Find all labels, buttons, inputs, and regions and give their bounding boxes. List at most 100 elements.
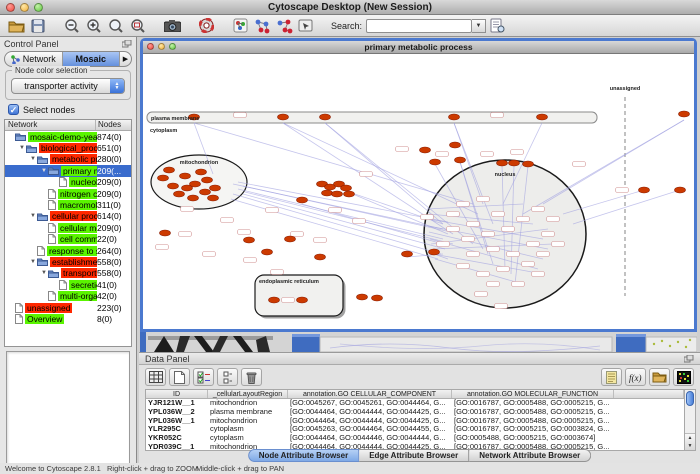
network-node[interactable] (262, 249, 273, 255)
network-node[interactable] (180, 173, 191, 179)
zoom-selected-icon[interactable] (105, 16, 127, 35)
network-node[interactable] (639, 187, 650, 193)
tab-overflow-arrow[interactable]: ▶ (120, 52, 131, 66)
tree-row-unassigned[interactable]: unassigned223(0) (5, 302, 131, 313)
float-panel-icon[interactable] (122, 40, 132, 48)
expander-icon[interactable]: ▼ (30, 156, 37, 162)
tab-node-attribute-browser[interactable]: Node Attribute Browser (248, 449, 360, 462)
network-node[interactable] (208, 195, 219, 201)
network-node[interactable] (430, 159, 441, 165)
tab-edge-attribute-browser[interactable]: Edge Attribute Browser (359, 449, 469, 462)
select-attributes-icon[interactable] (145, 368, 166, 386)
network-node[interactable] (523, 161, 534, 167)
network-node[interactable] (297, 297, 308, 303)
table-row[interactable]: YLR295Ccytoplasm[GO:0045263, GO:0044464,… (146, 425, 684, 434)
expander-icon[interactable]: ▼ (30, 213, 37, 219)
network-zoom-button[interactable] (169, 43, 176, 50)
network-node[interactable] (188, 195, 199, 201)
table-column-header[interactable]: _cellularLayoutRegion (208, 390, 288, 398)
layout-graph-alt-icon[interactable] (273, 16, 295, 35)
tab-mosaic[interactable]: Mosaic (63, 52, 121, 66)
table-scrollbar[interactable]: ▲▼ (685, 389, 696, 451)
matrix-icon[interactable] (673, 368, 694, 386)
minimize-button[interactable] (20, 3, 29, 12)
network-node[interactable] (210, 185, 221, 191)
tree-row-cell-communicat[interactable]: cell communicat22(0) (5, 234, 131, 245)
network-node[interactable] (450, 142, 461, 148)
table-scrollbar-thumb[interactable] (686, 391, 694, 406)
network-node[interactable] (174, 191, 185, 197)
tree-row-primary-metabo[interactable]: ▼primary metabo209(... (5, 165, 131, 176)
network-node[interactable] (202, 177, 213, 183)
tree-row-secretion[interactable]: secretion41(0) (5, 279, 131, 290)
tree-row-cellular-metabo[interactable]: cellular metabo209(0) (5, 222, 131, 233)
table-row[interactable]: YPL036W__1mitochondrion[GO:0044464, GO:0… (146, 417, 684, 426)
zoom-in-icon[interactable] (83, 16, 105, 35)
data-panel-float-icon[interactable] (684, 355, 694, 363)
select-nodes-checkbox[interactable]: ✓ (8, 104, 19, 115)
close-button[interactable] (6, 3, 15, 12)
annotation-icon[interactable] (295, 16, 317, 35)
network-node[interactable] (269, 297, 280, 303)
network-node[interactable] (200, 189, 211, 195)
tab-network[interactable]: Network (5, 52, 63, 66)
open-file-icon[interactable] (5, 16, 27, 35)
network-node[interactable] (182, 185, 193, 191)
network-node[interactable] (675, 187, 686, 193)
tree-row-mosaic-demo-yeast[interactable]: mosaic-demo-yeast874(0) (5, 131, 131, 142)
layout-graph-icon[interactable] (251, 16, 273, 35)
network-node[interactable] (278, 114, 289, 120)
network-node[interactable] (297, 197, 308, 203)
advanced-search-icon[interactable] (486, 16, 508, 35)
tree-row-cellular-process[interactable]: ▼cellular process614(0) (5, 211, 131, 222)
create-attribute-icon[interactable] (169, 368, 190, 386)
expander-icon[interactable]: ▼ (41, 168, 48, 174)
tree-row-multi-organism-pr[interactable]: multi-organism pr42(0) (5, 290, 131, 301)
table-column-header[interactable]: annotation.GO CELLULAR_COMPONENT (288, 390, 452, 398)
search-dropdown-button[interactable]: ▼ (472, 19, 486, 33)
network-node[interactable] (341, 185, 352, 191)
tab-network-attribute-browser[interactable]: Network Attribute Browser (469, 449, 591, 462)
table-column-header[interactable]: ID (146, 390, 208, 398)
node-color-dropdown[interactable]: transporter activity ▲▼ (11, 78, 125, 94)
network-node[interactable] (537, 114, 548, 120)
save-session-icon[interactable] (27, 16, 49, 35)
help-icon[interactable] (195, 16, 217, 35)
zoom-window-button[interactable] (34, 3, 43, 12)
attribute-table[interactable]: ID_cellularLayoutRegionannotation.GO CEL… (145, 389, 685, 451)
notes-icon[interactable] (601, 368, 622, 386)
tree-row-response-to-stimul[interactable]: response to stimul264(0) (5, 245, 131, 256)
function-builder-icon[interactable]: f(x) (625, 368, 646, 386)
network-node[interactable] (244, 237, 255, 243)
tree-row-metabolic-process[interactable]: ▼metabolic process280(0) (5, 154, 131, 165)
network-node[interactable] (315, 254, 326, 260)
network-node[interactable] (679, 111, 690, 117)
table-scrollbar-arrows[interactable]: ▲▼ (685, 433, 695, 450)
table-row[interactable]: YKR052Ccytoplasm[GO:0044464, GO:0044446,… (146, 434, 684, 443)
network-node[interactable] (509, 160, 520, 166)
tree-row-establishment-of-lo[interactable]: ▼establishment of lo558(0) (5, 256, 131, 267)
zoom-out-icon[interactable] (61, 16, 83, 35)
network-view-titlebar[interactable]: primary metabolic process (143, 41, 694, 54)
network-node[interactable] (158, 175, 169, 181)
table-row[interactable]: YPL036W__2plasma membrane[GO:0044464, GO… (146, 408, 684, 417)
network-node[interactable] (372, 295, 383, 301)
expander-icon[interactable]: ▼ (41, 270, 48, 276)
table-column-header[interactable]: annotation.GO MOLECULAR_FUNCTION (452, 390, 614, 398)
nucleus-region[interactable] (424, 160, 586, 308)
network-node[interactable] (402, 251, 413, 257)
tree-row-nucleobase-[interactable]: nucleobase-209(0) (5, 177, 131, 188)
expander-icon[interactable]: ▼ (19, 145, 26, 151)
network-node[interactable] (160, 230, 171, 236)
attribute-batch-icon[interactable] (217, 368, 238, 386)
tree-row-macromolecule[interactable]: macromolecule311(0) (5, 199, 131, 210)
tree-row-biological-process[interactable]: ▼biological_process651(0) (5, 142, 131, 153)
network-node[interactable] (196, 169, 207, 175)
network-node[interactable] (285, 236, 296, 242)
vizmapper-icon[interactable] (229, 16, 251, 35)
network-minimize-button[interactable] (158, 43, 165, 50)
table-row[interactable]: YJR121W__1mitochondrion[GO:0045267, GO:0… (146, 399, 684, 408)
birdseye-view[interactable] (6, 351, 130, 468)
network-node[interactable] (168, 183, 179, 189)
network-node[interactable] (455, 157, 466, 163)
